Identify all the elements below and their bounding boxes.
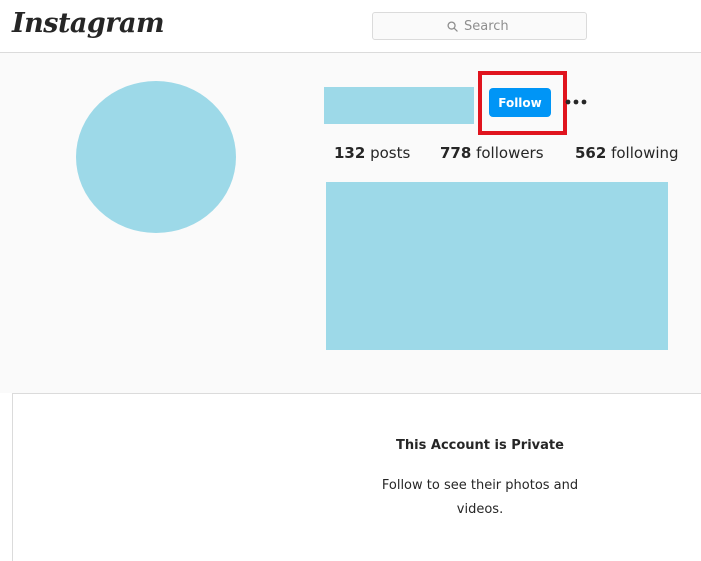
followers-count-value: 778 [440, 144, 472, 162]
search-input[interactable] [464, 18, 512, 34]
instagram-logo[interactable]: Instagram [12, 8, 165, 39]
posts-count-label: posts [370, 144, 411, 162]
posts-count-value: 132 [334, 144, 366, 162]
bio-placeholder [326, 182, 668, 350]
top-header: Instagram [0, 0, 701, 53]
follow-button[interactable]: Follow [489, 88, 551, 117]
private-account-panel [12, 393, 701, 561]
private-account-title: This Account is Private [396, 438, 564, 453]
avatar[interactable] [76, 81, 236, 233]
username-placeholder [324, 87, 474, 124]
following-count-value: 562 [575, 144, 607, 162]
search-icon [447, 20, 458, 32]
more-options-icon [565, 99, 587, 105]
private-account-description: Follow to see their photos and videos. [381, 478, 579, 517]
followers-count-label: followers [476, 144, 544, 162]
followers-count[interactable]: 778 followers [440, 144, 544, 162]
more-options-button[interactable] [563, 92, 589, 112]
search-box[interactable] [372, 12, 587, 40]
posts-count: 132 posts [334, 144, 410, 162]
following-count-label: following [611, 144, 679, 162]
following-count[interactable]: 562 following [575, 144, 679, 162]
